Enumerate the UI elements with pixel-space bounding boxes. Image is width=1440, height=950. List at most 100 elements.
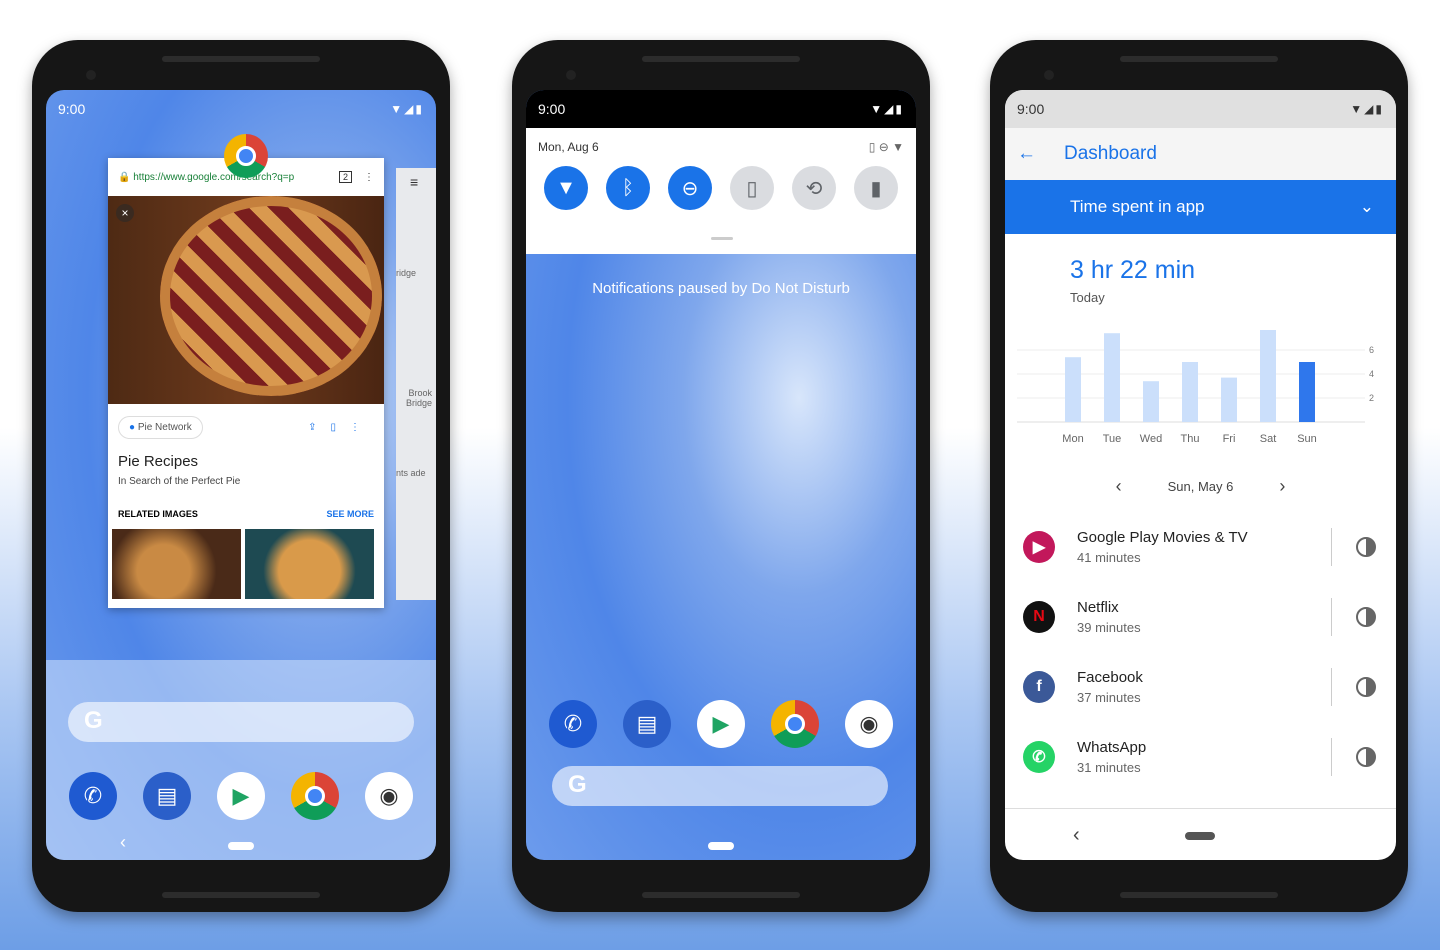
search-bar[interactable]: G: [68, 702, 414, 742]
dnd-tile[interactable]: ⊖: [668, 166, 712, 210]
app-name: WhatsApp: [1077, 739, 1147, 756]
app-timer-icon[interactable]: [1356, 607, 1376, 627]
drag-handle[interactable]: [711, 237, 733, 240]
status-icons: ▼◢▮: [1350, 102, 1384, 116]
app-row[interactable]: N Netflix 39 minutes: [1005, 582, 1396, 652]
result-title[interactable]: Pie Recipes: [118, 453, 374, 470]
related-image[interactable]: [245, 529, 374, 599]
bar-wed[interactable]: [1143, 381, 1159, 422]
related-image[interactable]: [112, 529, 241, 599]
chrome-app-icon[interactable]: [771, 700, 819, 748]
battery-saver-tile[interactable]: ▮: [854, 166, 898, 210]
app-time: 31 minutes: [1077, 760, 1141, 775]
lock-icon: 🔒: [118, 171, 134, 183]
speaker: [1120, 892, 1278, 898]
next-day-button[interactable]: ›: [1279, 476, 1285, 497]
bar-thu[interactable]: [1182, 362, 1198, 422]
y-tick-label: 4: [1369, 369, 1374, 379]
app-row[interactable]: ▶ Google Play Movies & TV 41 minutes: [1005, 512, 1396, 582]
back-button[interactable]: ‹: [1073, 824, 1080, 847]
play-store-icon[interactable]: ▶: [697, 700, 745, 748]
selected-date: Sun, May 6: [1167, 479, 1234, 494]
dnd-notice: Notifications paused by Do Not Disturb: [592, 280, 850, 297]
result-subtitle: In Search of the Perfect Pie: [118, 476, 241, 487]
prev-day-button[interactable]: ‹: [1116, 476, 1122, 497]
page-title: Dashboard: [1064, 143, 1157, 164]
home-button[interactable]: [1185, 832, 1215, 840]
x-tick-label: Sun: [1297, 433, 1317, 445]
app-row[interactable]: ✆ WhatsApp 31 minutes: [1005, 722, 1396, 792]
wifi-tile[interactable]: ▼: [544, 166, 588, 210]
whatsapp-icon: ✆: [1023, 741, 1055, 773]
quick-settings-panel: Mon, Aug 6 ▯ ⊖ ▼ ▼ ᛒ ⊖ ▯ ⟲ ▮: [526, 128, 916, 254]
messages-app-icon[interactable]: ▤: [143, 772, 191, 820]
camera-app-icon[interactable]: ◉: [845, 700, 893, 748]
x-tick-label: Wed: [1140, 433, 1162, 445]
screen: 9:00 ▼◢▮ ← Dashboard Time spent in app ⌄ 3 …: [1005, 90, 1396, 860]
bar-sat[interactable]: [1260, 330, 1276, 422]
pie-image: ×: [108, 196, 384, 404]
source-chip[interactable]: ● Pie Network: [118, 416, 203, 439]
home-button[interactable]: [228, 842, 254, 850]
app-timer-icon[interactable]: [1356, 537, 1376, 557]
camera: [86, 70, 96, 80]
search-bar[interactable]: G: [552, 766, 888, 806]
phone-dashboard: 9:00 ▼◢▮ ← Dashboard Time spent in app ⌄ 3 …: [990, 40, 1408, 912]
camera: [1044, 70, 1054, 80]
back-arrow-icon[interactable]: ←: [1005, 143, 1064, 165]
back-button[interactable]: ‹: [120, 832, 126, 853]
chevron-down-icon: ⌄: [1359, 197, 1374, 216]
phone-app-icon[interactable]: ✆: [549, 700, 597, 748]
google-logo: G: [84, 707, 103, 734]
screen: 9:00 ▼◢▮ 🔒 https://www.google.com/search?…: [46, 90, 436, 860]
flashlight-tile[interactable]: ▯: [730, 166, 774, 210]
tabs-button[interactable]: 2: [338, 171, 352, 183]
messages-app-icon[interactable]: ▤: [623, 700, 671, 748]
y-tick-label: 6: [1369, 345, 1374, 355]
bar-sun[interactable]: [1299, 362, 1315, 422]
metric-dropdown[interactable]: Time spent in app ⌄: [1005, 180, 1396, 234]
app-name: Netflix: [1077, 599, 1119, 616]
speaker: [162, 56, 320, 62]
bar-mon[interactable]: [1065, 357, 1081, 422]
chrome-app-icon[interactable]: [291, 772, 339, 820]
share-icon[interactable]: ⇪: [308, 422, 330, 433]
phone-dnd: 9:00 ▼◢▮ Mon, Aug 6 ▯ ⊖ ▼ ▼ ᛒ ⊖ ▯ ⟲ ▮ Notificat…: [512, 40, 930, 912]
map-label: ridge: [396, 268, 417, 278]
close-icon[interactable]: ×: [116, 204, 134, 222]
clock: 9:00: [1017, 101, 1045, 117]
camera: [566, 70, 576, 80]
app-timer-icon[interactable]: [1356, 747, 1376, 767]
x-tick-label: Sat: [1260, 433, 1277, 445]
home-button[interactable]: [708, 842, 734, 850]
bar-tue[interactable]: [1104, 333, 1120, 422]
facebook-icon: f: [1023, 671, 1055, 703]
bluetooth-tile[interactable]: ᛒ: [606, 166, 650, 210]
bar-fri[interactable]: [1221, 377, 1237, 422]
see-more-link[interactable]: SEE MORE: [326, 509, 374, 519]
phone-app-icon[interactable]: ✆: [69, 772, 117, 820]
app-timer-icon[interactable]: [1356, 677, 1376, 697]
status-mini-icons: ▯ ⊖ ▼: [868, 140, 904, 154]
bookmark-icon[interactable]: ▯: [330, 422, 350, 433]
app-time: 41 minutes: [1077, 550, 1141, 565]
url: https://www.google.com/search?q=p: [133, 171, 295, 183]
camera-app-icon[interactable]: ◉: [365, 772, 413, 820]
menu-icon[interactable]: ⋮: [364, 172, 374, 183]
netflix-icon: N: [1023, 601, 1055, 633]
auto-rotate-tile[interactable]: ⟲: [792, 166, 836, 210]
more-icon[interactable]: ⋮: [350, 422, 374, 433]
play-store-icon[interactable]: ▶: [217, 772, 265, 820]
map-label: nts ade: [396, 468, 426, 478]
app-name: Google Play Movies & TV: [1077, 529, 1248, 546]
app-row[interactable]: f Facebook 37 minutes: [1005, 652, 1396, 722]
speaker: [1120, 56, 1278, 62]
globe-icon: ●: [129, 422, 136, 433]
related-images-label: RELATED IMAGES: [118, 509, 198, 519]
google-logo: G: [568, 771, 587, 798]
hamburger-icon[interactable]: ≡: [396, 168, 436, 190]
app-time: 37 minutes: [1077, 690, 1141, 705]
recent-app-card[interactable]: 🔒 https://www.google.com/search?q=p 2 ⋮ × …: [108, 158, 384, 608]
y-tick-label: 8: [1369, 330, 1374, 331]
maps-card[interactable]: ≡ ridge Brook Bridge nts ade: [396, 168, 436, 600]
